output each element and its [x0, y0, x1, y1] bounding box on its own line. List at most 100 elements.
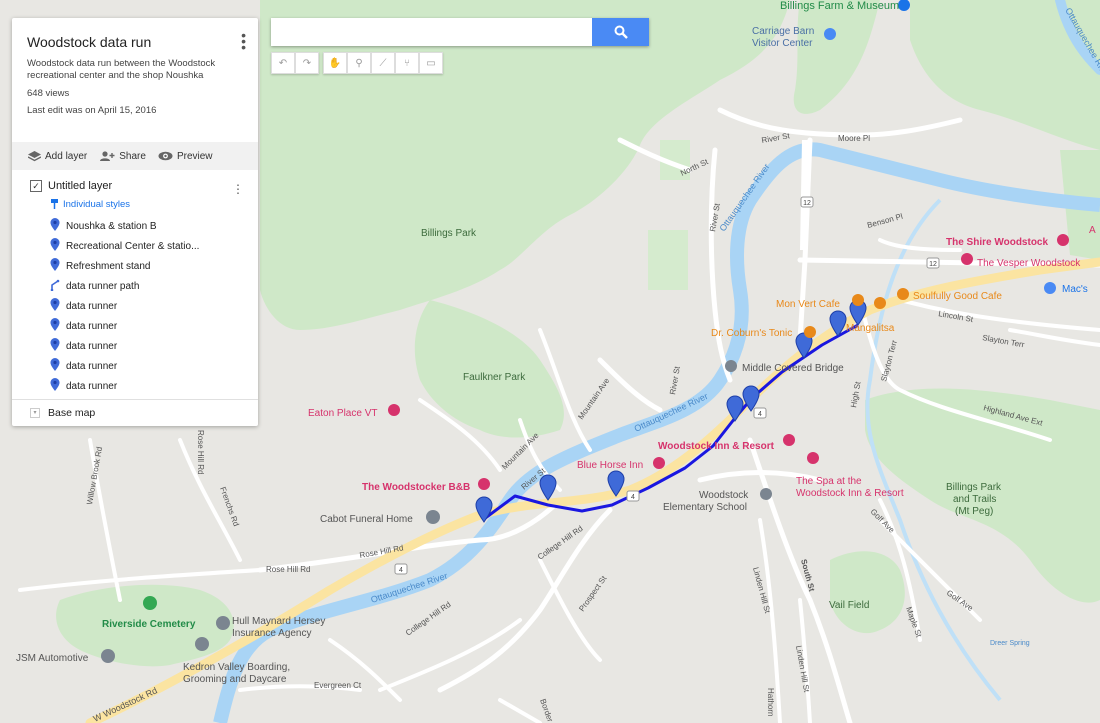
layer-item[interactable]: Recreational Center & statio...	[50, 236, 258, 256]
layer-item-label: data runner	[66, 340, 118, 352]
label-spa-1: The Spa at the	[796, 476, 862, 487]
share-label: Share	[119, 150, 146, 162]
label-faulkner-park: Faulkner Park	[463, 372, 526, 383]
place-poi-icon[interactable]	[216, 616, 230, 630]
label-riverside: Riverside Cemetery	[102, 619, 196, 630]
label-billings-trails-3: (Mt Peg)	[955, 506, 993, 517]
marker-icon	[50, 238, 60, 254]
green-area-park-patch-1	[648, 230, 688, 290]
cemetery-poi-icon[interactable]	[143, 596, 157, 610]
redo-icon[interactable]: ↷	[295, 52, 319, 74]
layer-item-label: Refreshment stand	[66, 260, 151, 272]
line-path-icon	[50, 279, 60, 294]
marker-icon	[50, 338, 60, 354]
label-evergreen: Evergreen Ct	[314, 681, 362, 690]
label-rose-hill-3: Rose Hill Rd	[266, 565, 310, 574]
label-mangalitsa: Mangalitsa	[846, 323, 895, 334]
label-woodstock-inn: Woodstock Inn & Resort	[658, 441, 775, 452]
layer-item-label: Noushka & station B	[66, 220, 157, 232]
label-vesper-woodstock: The Vesper Woodstock	[977, 258, 1081, 269]
hand-pan-icon[interactable]: ✋	[323, 52, 347, 74]
school-poi-icon[interactable]	[760, 488, 772, 500]
add-marker-icon[interactable]: ⚲	[347, 52, 371, 74]
search-input[interactable]	[271, 18, 592, 46]
directions-icon[interactable]: ⑂	[395, 52, 419, 74]
layer-item-label: data runner	[66, 320, 118, 332]
map-last-edit: Last edit was on April 15, 2016	[27, 105, 157, 116]
spa-poi-icon[interactable]	[807, 452, 819, 464]
preview-button[interactable]: Preview	[158, 151, 213, 162]
add-layer-label: Add layer	[45, 150, 88, 162]
marker-icon	[50, 378, 60, 394]
base-map-row[interactable]: ▾ Base map	[12, 399, 258, 426]
label-hull-2: Insurance Agency	[232, 628, 312, 639]
landmark-poi-icon[interactable]	[725, 360, 737, 372]
restaurant-poi-icon[interactable]	[874, 297, 886, 309]
layer-item[interactable]: data runner	[50, 356, 258, 376]
lodging-poi-icon[interactable]	[653, 457, 665, 469]
eye-icon	[158, 151, 173, 161]
place-poi-icon[interactable]	[101, 649, 115, 663]
layer-item[interactable]: Refreshment stand	[50, 256, 258, 276]
share-button[interactable]: Share	[99, 151, 146, 162]
camera-poi-icon[interactable]	[824, 28, 836, 40]
label-billings-park: Billings Park	[421, 228, 477, 239]
map-title[interactable]: Woodstock data run	[27, 34, 244, 50]
resort-poi-icon[interactable]	[783, 434, 795, 446]
ruler-icon[interactable]: ▭	[419, 52, 443, 74]
search-icon	[614, 25, 628, 39]
search-box	[271, 18, 649, 46]
draw-line-icon[interactable]: ⟋	[371, 52, 395, 74]
lodging-poi-icon[interactable]	[388, 404, 400, 416]
cafe-poi-icon[interactable]	[852, 294, 864, 306]
layer-options-icon[interactable]: ⋮	[232, 182, 244, 196]
layer-item[interactable]: data runner	[50, 336, 258, 356]
label-jsm: JSM Automotive	[16, 653, 89, 664]
undo-icon[interactable]: ↶	[271, 52, 295, 74]
label-carriage-barn: Carriage Barn	[752, 26, 814, 37]
marker-icon	[50, 258, 60, 274]
layer-items-list: Noushka & station B Recreational Center &…	[30, 216, 258, 396]
place-poi-icon[interactable]	[195, 637, 209, 651]
green-area-vail	[830, 551, 905, 634]
label-eaton-place: Eaton Place VT	[308, 408, 377, 419]
label-billings-trails-1: Billings Park	[946, 482, 1002, 493]
layer-item[interactable]: data runner	[50, 376, 258, 396]
add-layer-button[interactable]: Add layer	[28, 150, 88, 162]
layer-checkbox[interactable]: ✓	[30, 180, 42, 192]
layer-name[interactable]: Untitled layer	[48, 180, 112, 192]
layer-item[interactable]: data runner path	[50, 276, 258, 296]
search-button[interactable]	[592, 18, 649, 46]
map-views: 648 views	[27, 88, 70, 99]
layer-item-label: data runner path	[66, 280, 140, 292]
shopping-poi-icon[interactable]	[1044, 282, 1056, 294]
preview-label: Preview	[176, 150, 213, 162]
marker-icon	[50, 218, 60, 234]
label-soulfully: Soulfully Good Cafe	[913, 291, 1002, 302]
route-shield-4-west: 4	[399, 567, 403, 574]
layer-item[interactable]: Noushka & station B	[50, 216, 258, 236]
map-info-panel: Woodstock data run Woodstock data run be…	[12, 18, 258, 426]
layer-item[interactable]: data runner	[50, 296, 258, 316]
label-hull-1: Hull Maynard Hersey	[232, 616, 325, 627]
label-shire-woodstock: The Shire Woodstock	[946, 237, 1048, 248]
layer-section: ✓ Untitled layer ⋮ Individual styles Nou…	[12, 170, 258, 396]
place-poi-icon[interactable]	[426, 510, 440, 524]
cafe-poi-icon[interactable]	[897, 288, 909, 300]
label-dreer-spring: Dreer Spring	[990, 640, 1030, 647]
restaurant-poi-icon[interactable]	[804, 326, 816, 338]
layer-item-label: Recreational Center & statio...	[66, 240, 200, 252]
individual-styles-link[interactable]: Individual styles	[50, 199, 258, 210]
label-billings-trails-2: and Trails	[953, 494, 996, 505]
label-moore-pl: Moore Pl	[838, 134, 870, 143]
route-shield-4-mid: 4	[631, 494, 635, 501]
map-options-icon[interactable]: • • •	[241, 28, 246, 54]
chevron-down-icon[interactable]: ▾	[30, 408, 40, 418]
marker-icon	[50, 298, 60, 314]
lodging-poi-icon[interactable]	[1057, 234, 1069, 246]
layer-item[interactable]: data runner	[50, 316, 258, 336]
layer-item-label: data runner	[66, 360, 118, 372]
label-hathorn: Hathorn	[766, 688, 775, 716]
lodging-poi-icon[interactable]	[478, 478, 490, 490]
lodging-poi-icon[interactable]	[961, 253, 973, 265]
